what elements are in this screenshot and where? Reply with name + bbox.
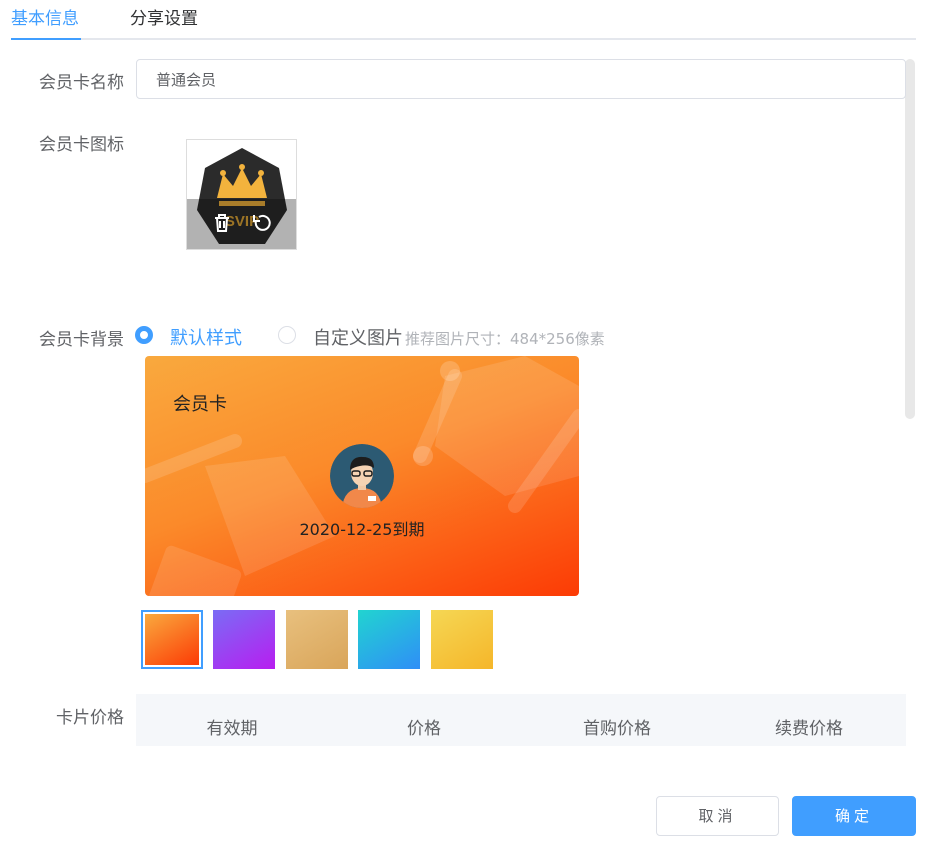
card-name-label: 会员卡名称 [39,73,124,93]
avatar [330,444,394,508]
background-swatch-fill [145,614,199,665]
tab-active-indicator [11,38,81,40]
background-swatch-cyan[interactable] [358,610,420,669]
card-preview-expiry: 2020-12-25到期 [299,520,425,539]
background-swatch-fill [431,610,493,669]
radio-custom-image[interactable] [278,326,296,344]
column-renewal-price: 续费价格 [775,719,843,739]
column-validity: 有效期 [206,719,258,739]
card-icon-label: 会员卡图标 [39,135,124,155]
radio-custom-image-label[interactable]: 自定义图片 [313,324,403,350]
background-swatch-gold[interactable] [286,610,348,669]
card-background-label: 会员卡背景 [39,330,124,350]
card-preview: 会员卡 2020-12-25到期 [145,356,579,596]
background-swatch-orange[interactable] [141,610,203,669]
price-table-header: 有效期 价格 首购价格 续费价格 [136,694,906,746]
background-swatch-yellow[interactable] [431,610,493,669]
card-price-label: 卡片价格 [56,708,124,728]
size-hint: 推荐图片尺寸：484*256像素 [405,330,605,348]
icon-action-overlay [187,199,296,249]
background-swatch-fill [213,610,275,669]
confirm-button[interactable]: 确定 [792,796,916,836]
tab-share-settings[interactable]: 分享设置 [130,4,198,29]
radio-default-style[interactable] [135,326,153,344]
background-swatch-fill [286,610,348,669]
tab-bar: 基本信息 分享设置 [11,0,916,40]
card-name-input[interactable] [136,59,906,99]
scrollbar[interactable] [905,59,915,419]
column-first-purchase-price: 首购价格 [583,719,651,739]
radio-default-style-label[interactable]: 默认样式 [170,324,242,350]
replace-refresh-icon[interactable] [250,211,274,235]
column-price: 价格 [407,719,441,739]
background-swatch-purple[interactable] [213,610,275,669]
delete-icon[interactable] [210,211,234,235]
card-preview-title: 会员卡 [173,394,227,415]
cancel-button[interactable]: 取消 [656,796,779,836]
tab-basic-info[interactable]: 基本信息 [11,4,79,29]
card-icon-upload[interactable]: SVIP [186,139,297,250]
background-swatch-fill [358,610,420,669]
